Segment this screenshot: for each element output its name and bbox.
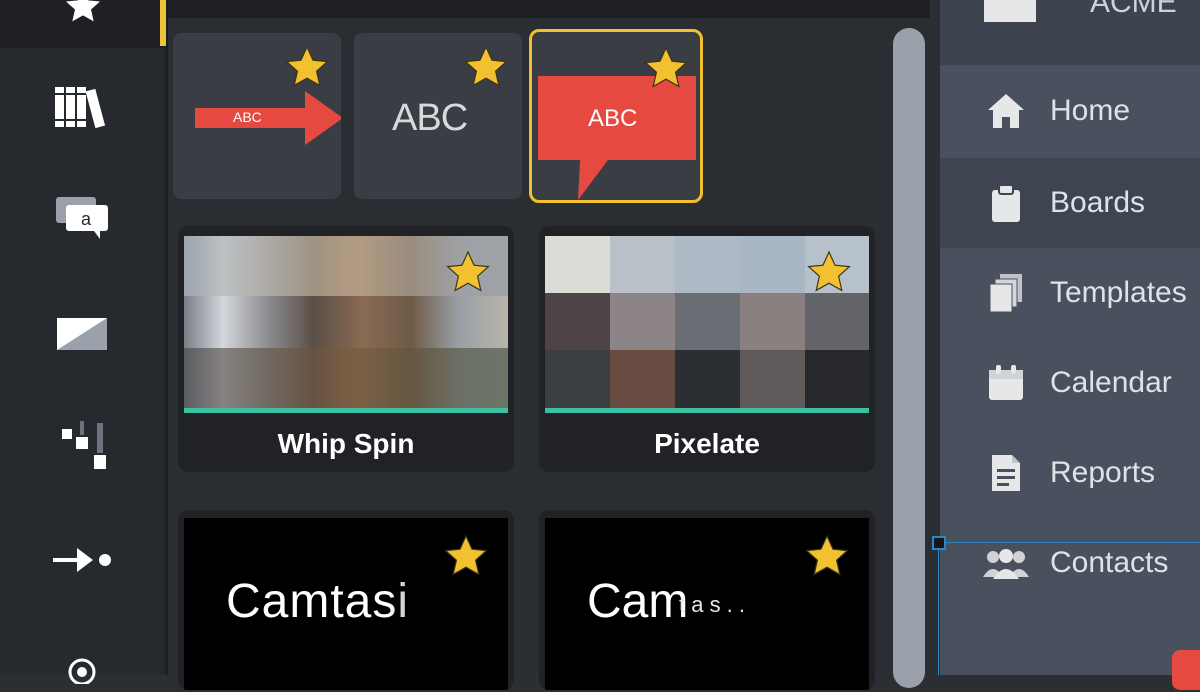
favorite-star-icon[interactable] xyxy=(442,532,490,580)
pixelate-label: Pixelate xyxy=(654,428,760,459)
arrow-callout-text: ABC xyxy=(233,109,262,125)
speech-callout-tile[interactable]: ABC xyxy=(529,29,703,203)
arrow-callout-shape xyxy=(195,91,341,145)
selection-handle[interactable] xyxy=(932,536,946,550)
arrow-callout-tile[interactable]: ABC xyxy=(173,33,341,199)
logo-icon xyxy=(984,0,1036,22)
favorite-star-icon[interactable] xyxy=(805,248,853,296)
panel-top-bar xyxy=(168,0,930,18)
speech-callout-text: ABC xyxy=(588,105,638,132)
behaviors-icon[interactable] xyxy=(50,418,114,474)
home-icon xyxy=(988,94,1024,128)
nav-item-label: Home xyxy=(1050,94,1131,127)
nav-item-label: Templates xyxy=(1050,276,1187,309)
library-panel: ABC ABC ABC Whip Spin Pixelate Camtasi C… xyxy=(168,0,930,690)
nav-item-label: Calendar xyxy=(1050,366,1172,399)
text-animation-text-2b: t a s . . xyxy=(679,592,746,617)
nav-item-calendar[interactable]: Calendar xyxy=(940,338,1200,428)
favorite-star-icon[interactable] xyxy=(803,532,851,580)
red-badge xyxy=(1172,650,1200,690)
rail-favorites-slot[interactable] xyxy=(0,0,165,48)
clipboard-icon xyxy=(992,184,1020,222)
text-animation-text-1: Camtasi xyxy=(226,575,410,628)
text-animation-text-2a: Cam xyxy=(587,575,689,628)
reports-icon xyxy=(992,455,1020,491)
favorite-star-icon[interactable] xyxy=(642,44,690,92)
animations-icon[interactable] xyxy=(50,532,114,588)
favorite-star-icon[interactable] xyxy=(444,248,492,296)
text-callout-tile[interactable]: ABC xyxy=(354,33,522,199)
nav-item-templates[interactable]: Templates xyxy=(940,248,1200,338)
calendar-icon xyxy=(989,365,1023,400)
text-animation-card-1[interactable]: Camtasi xyxy=(178,510,514,690)
nav-item-label: Reports xyxy=(1050,456,1156,489)
text-callout-text: ABC xyxy=(392,97,468,139)
cursor-effects-icon[interactable] xyxy=(50,636,114,692)
transitions-icon[interactable] xyxy=(50,306,114,362)
nav-item-home[interactable]: Home xyxy=(940,66,1200,156)
favorite-star-icon[interactable] xyxy=(283,43,331,91)
progress-strip xyxy=(545,408,869,413)
svg-text:a: a xyxy=(81,209,92,229)
scrollbar-thumb[interactable] xyxy=(893,28,925,688)
transition-card-pixelate[interactable]: Pixelate xyxy=(539,226,875,472)
text-animation-card-2[interactable]: Cam t a s . . xyxy=(539,510,875,690)
nav-item-label: Boards xyxy=(1050,186,1146,219)
nav-header-title: ACME xyxy=(1090,0,1177,19)
annotations-icon[interactable]: a xyxy=(50,188,114,244)
tool-rail: a xyxy=(0,0,168,684)
nav-item-reports[interactable]: Reports xyxy=(940,428,1200,518)
speech-callout-shape xyxy=(538,76,696,200)
library-icon[interactable] xyxy=(50,78,114,134)
selection-frame xyxy=(938,542,1200,675)
rail-active-indicator xyxy=(160,0,166,46)
nav-item-boards[interactable]: Boards xyxy=(940,158,1200,248)
progress-strip xyxy=(184,408,508,413)
favorite-star-icon[interactable] xyxy=(462,43,510,91)
templates-icon xyxy=(989,274,1022,313)
favorites-star-icon[interactable] xyxy=(62,0,104,26)
whip-spin-label: Whip Spin xyxy=(277,428,415,459)
transition-card-whip-spin[interactable]: Whip Spin xyxy=(178,226,514,472)
nav-header: ACME xyxy=(940,0,1200,65)
fade-mask xyxy=(388,574,478,634)
